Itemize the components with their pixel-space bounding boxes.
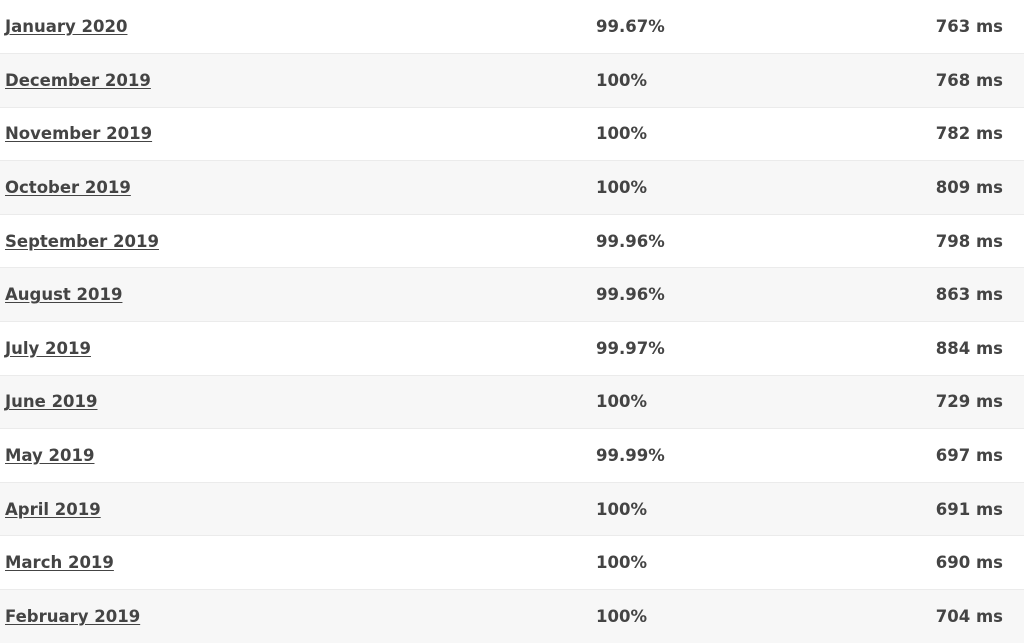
uptime-cell: 100% bbox=[596, 392, 647, 412]
month-cell: July 2019 bbox=[0, 322, 596, 376]
month-link[interactable]: March 2019 bbox=[5, 553, 114, 572]
uptime-cell: 100% bbox=[596, 499, 647, 519]
month-link[interactable]: August 2019 bbox=[5, 285, 122, 304]
table-row: September 2019 99.96% 798 ms bbox=[0, 214, 1024, 268]
response-time-cell: 782 ms bbox=[935, 124, 1003, 144]
month-link[interactable]: January 2020 bbox=[5, 17, 127, 36]
uptime-cell: 99.99% bbox=[596, 446, 665, 466]
response-time-cell: 763 ms bbox=[935, 17, 1003, 37]
response-time-cell: 690 ms bbox=[935, 553, 1003, 573]
uptime-cell: 99.67% bbox=[596, 17, 665, 37]
uptime-cell: 99.96% bbox=[596, 285, 665, 305]
response-time-cell: 697 ms bbox=[935, 446, 1003, 466]
month-cell: December 2019 bbox=[0, 54, 596, 108]
uptime-cell: 100% bbox=[596, 607, 647, 627]
response-time-cell: 798 ms bbox=[935, 231, 1003, 251]
month-cell: January 2020 bbox=[0, 0, 596, 54]
month-cell: March 2019 bbox=[0, 536, 596, 590]
table-row: February 2019 100% 704 ms bbox=[0, 589, 1024, 643]
month-link[interactable]: November 2019 bbox=[5, 124, 152, 143]
table-row: April 2019 100% 691 ms bbox=[0, 482, 1024, 536]
month-cell: February 2019 bbox=[0, 590, 596, 643]
month-cell: August 2019 bbox=[0, 268, 596, 322]
table-row: October 2019 100% 809 ms bbox=[0, 160, 1024, 215]
response-time-cell: 863 ms bbox=[935, 285, 1003, 305]
month-link[interactable]: February 2019 bbox=[5, 607, 140, 626]
uptime-cell: 100% bbox=[596, 178, 647, 198]
table-row: June 2019 100% 729 ms bbox=[0, 375, 1024, 429]
uptime-cell: 100% bbox=[596, 124, 647, 144]
table-row: December 2019 100% 768 ms bbox=[0, 53, 1024, 108]
table-row: January 2020 99.67% 763 ms bbox=[0, 0, 1024, 54]
month-cell: September 2019 bbox=[0, 214, 596, 268]
response-time-cell: 691 ms bbox=[935, 499, 1003, 519]
month-link[interactable]: April 2019 bbox=[5, 500, 101, 519]
response-time-cell: 729 ms bbox=[935, 392, 1003, 412]
month-link[interactable]: June 2019 bbox=[5, 392, 98, 411]
response-time-cell: 809 ms bbox=[935, 178, 1003, 198]
uptime-table: January 2020 99.67% 763 ms December 2019 100… bbox=[0, 0, 1024, 643]
table-row: August 2019 99.96% 863 ms bbox=[0, 267, 1024, 322]
month-cell: June 2019 bbox=[0, 375, 596, 429]
month-link[interactable]: September 2019 bbox=[5, 232, 159, 251]
month-cell: May 2019 bbox=[0, 429, 596, 483]
month-link[interactable]: May 2019 bbox=[5, 446, 94, 465]
response-time-cell: 768 ms bbox=[935, 70, 1003, 90]
month-cell: April 2019 bbox=[0, 482, 596, 536]
uptime-cell: 100% bbox=[596, 553, 647, 573]
table-row: March 2019 100% 690 ms bbox=[0, 535, 1024, 590]
month-cell: October 2019 bbox=[0, 161, 596, 215]
table-row: July 2019 99.97% 884 ms bbox=[0, 321, 1024, 376]
month-link[interactable]: October 2019 bbox=[5, 178, 131, 197]
month-link[interactable]: December 2019 bbox=[5, 71, 151, 90]
table-row: May 2019 99.99% 697 ms bbox=[0, 428, 1024, 483]
month-cell: November 2019 bbox=[0, 107, 596, 161]
response-time-cell: 884 ms bbox=[935, 338, 1003, 358]
uptime-cell: 100% bbox=[596, 70, 647, 90]
uptime-cell: 99.97% bbox=[596, 338, 665, 358]
response-time-cell: 704 ms bbox=[935, 607, 1003, 627]
uptime-cell: 99.96% bbox=[596, 231, 665, 251]
month-link[interactable]: July 2019 bbox=[5, 339, 91, 358]
table-row: November 2019 100% 782 ms bbox=[0, 107, 1024, 161]
